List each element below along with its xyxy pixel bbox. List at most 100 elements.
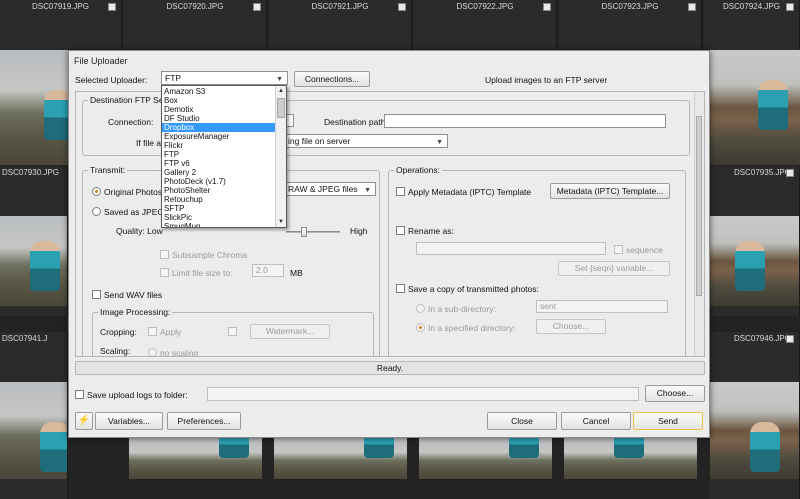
thumbnail-cell[interactable] bbox=[269, 438, 412, 499]
uploader-option[interactable]: Gallery 2 bbox=[162, 168, 275, 177]
thumbnail-image bbox=[564, 438, 697, 479]
uploader-option[interactable]: DF Studio bbox=[162, 114, 275, 123]
dropdown-scrollbar[interactable]: ▲ ▼ bbox=[275, 86, 286, 227]
scroll-down-icon[interactable]: ▼ bbox=[276, 217, 286, 227]
thumbnail-cell[interactable] bbox=[124, 438, 267, 499]
thumbnail-checkbox[interactable] bbox=[786, 3, 794, 11]
subsample-chroma-checkbox[interactable] bbox=[160, 250, 169, 259]
limit-file-size-input[interactable]: 2.0 bbox=[252, 264, 284, 277]
uploader-option[interactable]: ExposureManager bbox=[162, 132, 275, 141]
upload-description: Upload images to an FTP server bbox=[485, 75, 608, 85]
uploader-option[interactable]: Retouchup bbox=[162, 195, 275, 204]
uploader-option[interactable]: Dropbox bbox=[162, 123, 275, 132]
uploader-option[interactable]: Amazon S3 bbox=[162, 87, 275, 96]
uploader-option[interactable]: SlickPic bbox=[162, 213, 275, 222]
send-button[interactable]: Send bbox=[633, 412, 703, 430]
thumbnail-checkbox[interactable] bbox=[786, 335, 794, 343]
thumbnail-cell[interactable]: DSC07921.JPG bbox=[269, 0, 412, 50]
crop-apply-checkbox[interactable] bbox=[148, 327, 157, 336]
uploader-option[interactable]: FTP v6 bbox=[162, 159, 275, 168]
cancel-button[interactable]: Cancel bbox=[561, 412, 631, 430]
choose-directory-button[interactable]: Choose... bbox=[536, 319, 606, 334]
thumbnail-cell[interactable] bbox=[0, 20, 68, 165]
thumbnail-cell[interactable] bbox=[414, 438, 557, 499]
thumbnail-filename: DSC07920.JPG bbox=[166, 2, 224, 11]
sub-directory-radio[interactable] bbox=[416, 304, 425, 313]
thumbnail-cell[interactable] bbox=[559, 438, 702, 499]
uploader-dropdown-list[interactable]: Amazon S3 Box Demotix DF Studio Dropbox Expos… bbox=[161, 85, 287, 228]
thumbnail-cell[interactable]: DSC07922.JPG bbox=[414, 0, 557, 50]
watermark-button[interactable]: Watermark... bbox=[250, 324, 330, 339]
selected-uploader-label: Selected Uploader: bbox=[75, 75, 148, 85]
thumbnail-checkbox[interactable] bbox=[398, 3, 406, 11]
save-logs-checkbox[interactable] bbox=[75, 390, 84, 399]
preferences-button[interactable]: Preferences... bbox=[167, 412, 241, 430]
sub-directory-label: In a sub-directory: bbox=[428, 304, 497, 314]
subsample-chroma-label: Subsample Chroma bbox=[172, 250, 248, 260]
thumbnail-cell[interactable] bbox=[710, 20, 800, 165]
cropping-label: Cropping: bbox=[100, 327, 137, 337]
uploader-option[interactable]: SmugMug bbox=[162, 222, 275, 227]
apply-metadata-label: Apply Metadata (IPTC) Template bbox=[408, 187, 532, 197]
thumbnail-checkbox[interactable] bbox=[688, 3, 696, 11]
limit-file-size-checkbox[interactable] bbox=[160, 268, 169, 277]
thumbnail-cell[interactable]: DSC07941.J bbox=[0, 332, 68, 499]
metadata-template-button[interactable]: Metadata (IPTC) Template... bbox=[550, 183, 670, 199]
scroll-up-icon[interactable]: ▲ bbox=[276, 86, 286, 96]
selected-uploader-select[interactable]: FTP ▼ bbox=[161, 71, 288, 85]
set-seqn-button[interactable]: Set {seqn} variable... bbox=[558, 261, 670, 276]
scrollbar-thumb[interactable] bbox=[696, 116, 702, 296]
thumbnail-filename: DSC07924.JPG bbox=[723, 2, 780, 11]
quality-slider[interactable] bbox=[286, 231, 340, 233]
choose-logs-button[interactable]: Choose... bbox=[645, 385, 705, 402]
scrollbar-thumb[interactable] bbox=[277, 98, 285, 118]
send-wav-checkbox[interactable] bbox=[92, 290, 101, 299]
sequence-checkbox[interactable] bbox=[614, 245, 623, 254]
selected-uploader-value: FTP bbox=[165, 73, 182, 83]
if-file-exists-value: ing file on server bbox=[288, 136, 351, 146]
settings-scrollbar[interactable] bbox=[694, 92, 703, 356]
saved-as-jpeg-radio[interactable] bbox=[92, 207, 101, 216]
sub-directory-input[interactable]: sent bbox=[536, 300, 668, 313]
uploader-option[interactable]: PhotoDeck (v1.7) bbox=[162, 177, 275, 186]
watermark-checkbox[interactable] bbox=[228, 327, 237, 336]
variables-button[interactable]: Variables... bbox=[95, 412, 163, 430]
rename-pattern-input[interactable] bbox=[416, 242, 606, 255]
thumbnail-cell[interactable]: DSC07920.JPG bbox=[124, 0, 267, 50]
no-scaling-radio[interactable] bbox=[148, 348, 157, 356]
thumbnail-checkbox[interactable] bbox=[543, 3, 551, 11]
connections-button[interactable]: Connections... bbox=[294, 71, 370, 87]
quality-slider-handle[interactable] bbox=[301, 227, 307, 237]
logs-folder-input[interactable] bbox=[207, 387, 639, 401]
save-copy-checkbox[interactable] bbox=[396, 284, 405, 293]
no-scaling-label: no scaling bbox=[160, 348, 199, 357]
specified-directory-label: In a specified directory: bbox=[428, 323, 516, 333]
thumbnail-checkbox[interactable] bbox=[253, 3, 261, 11]
quality-low-label: Quality: Low bbox=[116, 226, 163, 236]
thumbnail-cell[interactable]: DSC07935.JPG bbox=[710, 166, 800, 316]
uploader-option[interactable]: Demotix bbox=[162, 105, 275, 114]
thumbnail-image bbox=[274, 438, 407, 479]
destination-path-input[interactable] bbox=[384, 114, 666, 128]
uploader-option[interactable]: Flickr bbox=[162, 141, 275, 150]
original-photos-select[interactable]: RAW & JPEG files ▼ bbox=[284, 182, 376, 196]
uploader-option[interactable]: SFTP bbox=[162, 204, 275, 213]
thumbnail-cell[interactable]: DSC07946.JPG bbox=[710, 332, 800, 499]
thumbnail-cell[interactable]: DSC07930.JPG bbox=[0, 166, 68, 316]
uploader-option[interactable]: PhotoShelter bbox=[162, 186, 275, 195]
if-file-exists-select[interactable]: ing file on server ▼ bbox=[284, 134, 448, 148]
thumbnail-checkbox[interactable] bbox=[786, 169, 794, 177]
uploader-option[interactable]: FTP bbox=[162, 150, 275, 159]
rename-as-checkbox[interactable] bbox=[396, 226, 405, 235]
uploader-option[interactable]: Box bbox=[162, 96, 275, 105]
apply-metadata-checkbox[interactable] bbox=[396, 187, 405, 196]
specified-directory-radio[interactable] bbox=[416, 323, 425, 332]
close-button[interactable]: Close bbox=[487, 412, 557, 430]
original-photos-label: Original Photos bbox=[104, 187, 163, 197]
original-photos-radio[interactable] bbox=[92, 187, 101, 196]
lightning-icon[interactable]: ⚡ bbox=[75, 412, 93, 430]
uploader-options: Amazon S3 Box Demotix DF Studio Dropbox Expos… bbox=[162, 87, 275, 227]
thumbnail-cell[interactable]: DSC07923.JPG bbox=[559, 0, 702, 50]
thumbnail-checkbox[interactable] bbox=[108, 3, 116, 11]
operations-group-title: Operations: bbox=[394, 165, 442, 175]
